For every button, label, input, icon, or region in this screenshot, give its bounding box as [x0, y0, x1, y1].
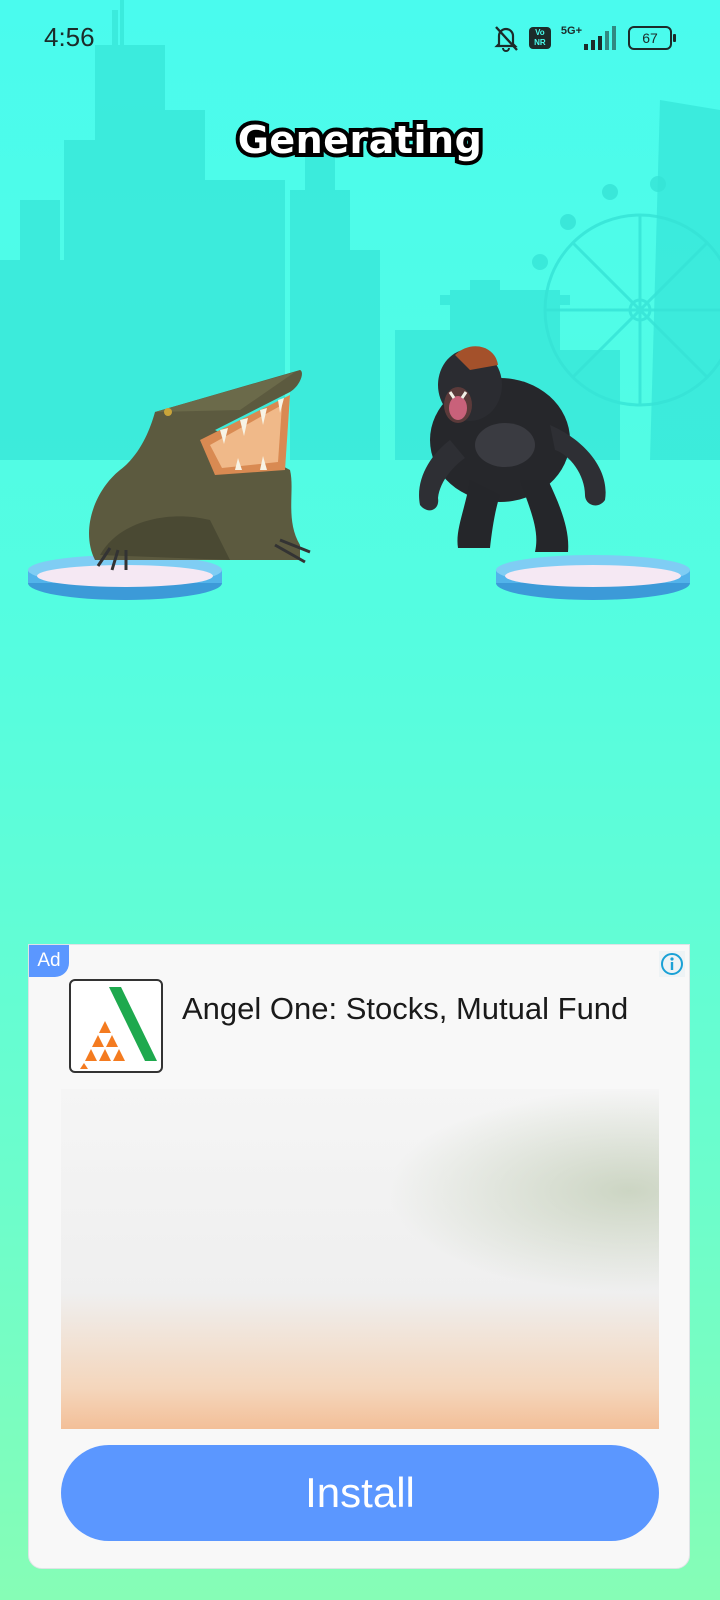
ad-media-image[interactable]: [61, 1089, 659, 1429]
ad-badge: Ad: [29, 945, 69, 977]
fighter-arena: [28, 346, 690, 600]
right-pedestal: [496, 555, 690, 600]
app-name[interactable]: Angel One: Stocks, Mutual Fund: [182, 991, 628, 1027]
crocodile-fighter: [89, 370, 311, 571]
gorilla-fighter: [419, 346, 606, 552]
app-icon[interactable]: [69, 979, 163, 1073]
ad-card[interactable]: Ad Angel One: Stocks, Mutual Fund Instal…: [28, 944, 690, 1569]
info-icon[interactable]: [659, 951, 685, 977]
install-button[interactable]: Install: [61, 1445, 659, 1541]
angel-one-logo: [80, 987, 157, 1069]
